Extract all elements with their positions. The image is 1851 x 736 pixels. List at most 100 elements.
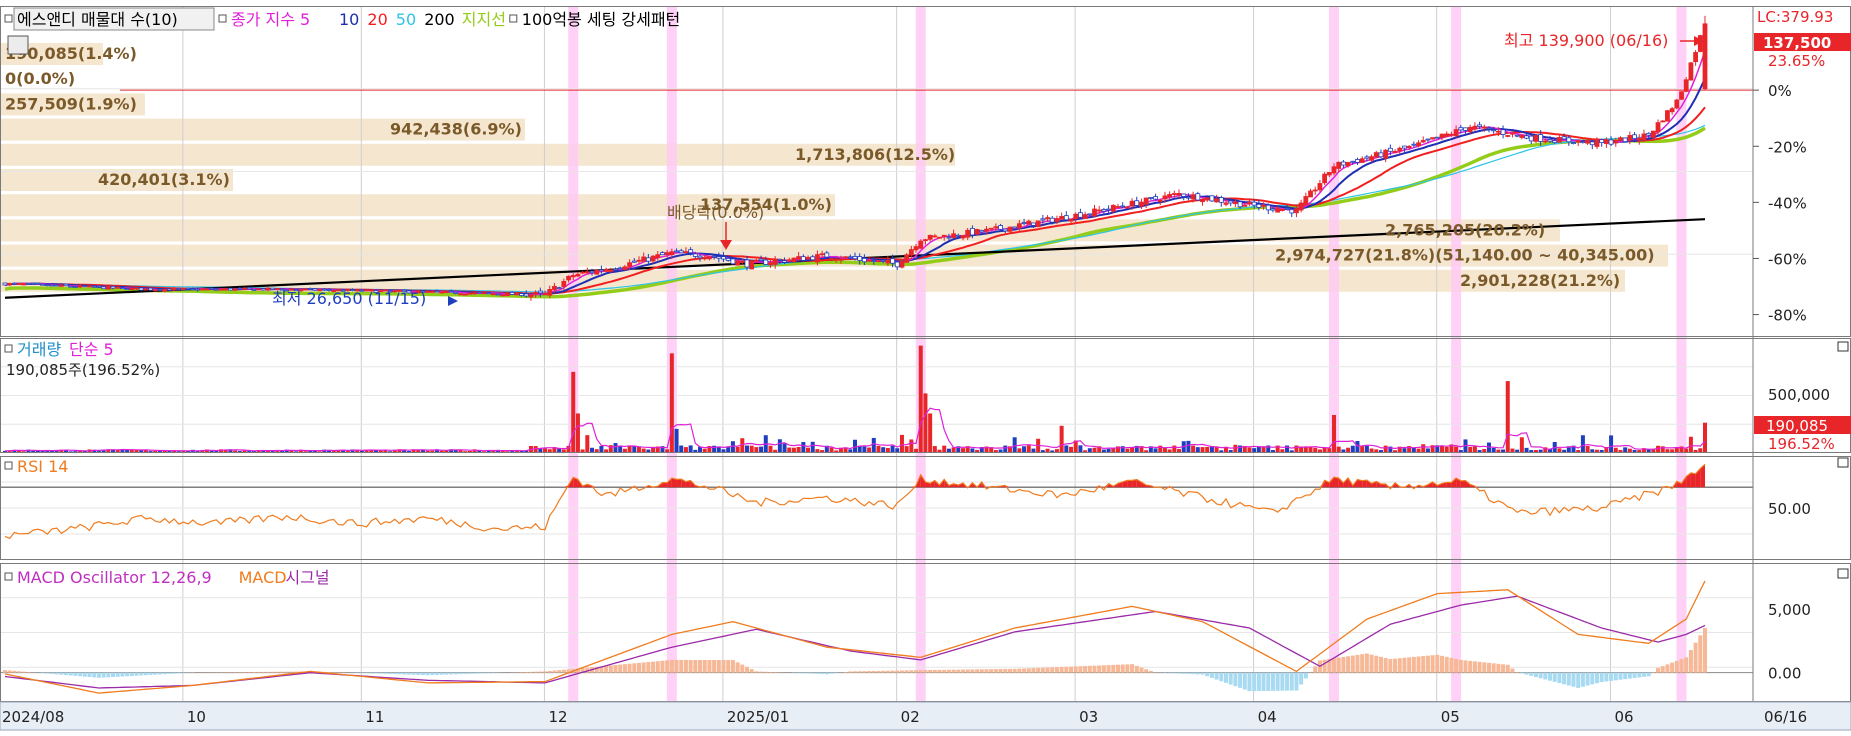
candle[interactable]	[852, 256, 858, 260]
grid-toggle-icon[interactable]	[7, 35, 29, 55]
volume-bar[interactable]	[608, 445, 613, 452]
volume-bar[interactable]	[1040, 450, 1045, 452]
candle[interactable]	[1171, 193, 1177, 195]
volume-bar[interactable]	[1402, 448, 1407, 452]
candle[interactable]	[1364, 156, 1370, 159]
candle[interactable]	[486, 292, 492, 295]
candle[interactable]	[974, 228, 980, 235]
candle[interactable]	[1449, 133, 1454, 136]
volume-bar[interactable]	[1491, 447, 1496, 452]
candle[interactable]	[1092, 208, 1097, 217]
volume-bar[interactable]	[1125, 448, 1130, 452]
candle[interactable]	[796, 256, 802, 260]
candle[interactable]	[932, 235, 938, 238]
candle[interactable]	[1636, 138, 1642, 141]
volume-bar[interactable]	[791, 447, 796, 452]
volume-bar[interactable]	[1054, 449, 1059, 452]
candle[interactable]	[1129, 200, 1135, 207]
candle[interactable]	[115, 286, 121, 289]
candle[interactable]	[908, 249, 914, 256]
volume-bar[interactable]	[1346, 447, 1351, 452]
candle[interactable]	[218, 288, 224, 291]
candle[interactable]	[1265, 204, 1271, 211]
volume-bar[interactable]	[139, 450, 144, 452]
candle[interactable]	[1552, 140, 1558, 144]
volume-bar[interactable]	[1031, 448, 1036, 452]
candle[interactable]	[707, 256, 712, 260]
volume-bar[interactable]	[1421, 444, 1426, 452]
candle[interactable]	[73, 286, 78, 288]
volume-bar[interactable]	[543, 448, 548, 452]
volume-bar[interactable]	[176, 451, 181, 452]
candle[interactable]	[1200, 200, 1205, 203]
volume-bar[interactable]	[505, 451, 510, 452]
volume-bar[interactable]	[1172, 445, 1177, 452]
candle[interactable]	[1247, 201, 1252, 204]
volume-bar[interactable]	[796, 446, 801, 452]
volume-bar[interactable]	[1665, 449, 1670, 452]
candle[interactable]	[782, 260, 787, 263]
candle[interactable]	[1693, 52, 1699, 63]
volume-bar[interactable]	[599, 445, 604, 452]
volume-bar[interactable]	[1101, 449, 1106, 452]
candle[interactable]	[1162, 195, 1168, 200]
volume-bar[interactable]	[787, 447, 792, 452]
candle[interactable]	[1228, 200, 1234, 204]
candle[interactable]	[190, 288, 196, 291]
candle[interactable]	[181, 287, 186, 290]
candle[interactable]	[1181, 193, 1187, 197]
stock-chart[interactable]: 190,085(1.4%)0(0.0%)257,509(1.9%)942,438…	[0, 0, 1851, 736]
volume-bar[interactable]	[622, 448, 627, 452]
volume-bar[interactable]	[1501, 449, 1506, 452]
volume-bar[interactable]	[1186, 440, 1191, 452]
volume-bar[interactable]	[829, 447, 834, 452]
candle[interactable]	[566, 275, 571, 281]
candle[interactable]	[1134, 200, 1140, 206]
candle[interactable]	[148, 287, 153, 291]
candle[interactable]	[1505, 135, 1511, 137]
volume-bar[interactable]	[68, 451, 73, 452]
candle[interactable]	[960, 235, 966, 239]
volume-bar[interactable]	[1609, 435, 1614, 452]
volume-bar[interactable]	[1529, 450, 1534, 452]
candle[interactable]	[1622, 137, 1628, 143]
candle[interactable]	[1383, 149, 1389, 159]
volume-bar[interactable]	[735, 446, 740, 452]
volume-bar[interactable]	[1332, 415, 1337, 452]
volume-bar[interactable]	[561, 449, 566, 452]
volume-bar[interactable]	[1468, 446, 1473, 452]
candle[interactable]	[1575, 140, 1581, 143]
candle[interactable]	[1331, 166, 1337, 174]
volume-bar[interactable]	[618, 446, 623, 452]
candle[interactable]	[965, 229, 971, 238]
volume-bar[interactable]	[716, 447, 721, 452]
volume-bar[interactable]	[1374, 449, 1379, 452]
candle[interactable]	[495, 293, 501, 296]
candle[interactable]	[894, 261, 900, 268]
volume-bar[interactable]	[1594, 449, 1599, 452]
volume-bar[interactable]	[1191, 445, 1196, 452]
candle[interactable]	[955, 234, 961, 237]
candle[interactable]	[1453, 129, 1459, 137]
candle[interactable]	[35, 282, 41, 285]
candle[interactable]	[1312, 189, 1318, 192]
candle[interactable]	[631, 260, 637, 263]
candle[interactable]	[246, 287, 252, 290]
candle[interactable]	[1486, 127, 1492, 130]
candle[interactable]	[768, 262, 773, 266]
volume-bar[interactable]	[1078, 445, 1083, 452]
candle[interactable]	[1115, 206, 1121, 208]
volume-bar[interactable]	[1538, 449, 1543, 452]
candle[interactable]	[1242, 204, 1248, 207]
candle[interactable]	[143, 288, 149, 291]
volume-bar[interactable]	[1219, 450, 1224, 452]
volume-bar[interactable]	[853, 439, 857, 452]
volume-bar[interactable]	[961, 448, 966, 452]
candle[interactable]	[124, 288, 130, 291]
candle[interactable]	[1190, 194, 1196, 200]
candle[interactable]	[58, 284, 64, 287]
candle[interactable]	[1566, 137, 1572, 143]
candle[interactable]	[1373, 152, 1379, 158]
volume-bar[interactable]	[777, 439, 782, 452]
candle[interactable]	[1082, 214, 1088, 219]
